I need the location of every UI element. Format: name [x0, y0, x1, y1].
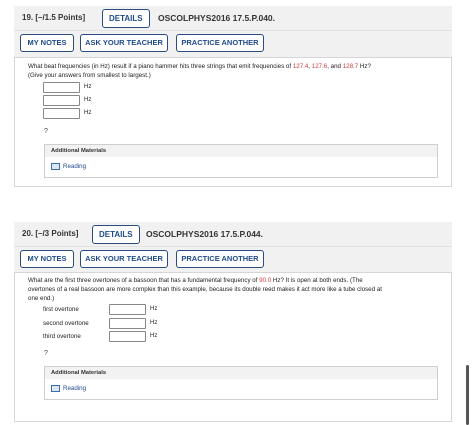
additional-materials: Additional Materials Reading [44, 366, 438, 400]
answer-input[interactable] [109, 304, 146, 315]
unit-label: Hz [84, 84, 92, 90]
unit-label: Hz [150, 320, 158, 326]
reading-link[interactable]: Reading [51, 163, 86, 170]
details-button[interactable]: DETAILS [92, 225, 140, 244]
book-icon [51, 385, 60, 392]
additional-materials-title: Additional Materials [45, 367, 437, 379]
book-icon [51, 163, 60, 170]
reading-link[interactable]: Reading [51, 385, 86, 392]
answer-input[interactable] [43, 82, 80, 93]
reading-label: Reading [63, 385, 87, 392]
question-text-part: What beat frequencies (in Hz) result if … [28, 63, 293, 70]
frequency-value: 127.6 [311, 63, 328, 70]
ask-teacher-button[interactable]: ASK YOUR TEACHER [80, 34, 168, 52]
frequency-value: 127.4 [292, 63, 309, 70]
question-number: 19. [–/1.5 Points] [22, 13, 86, 22]
frequency-value: 90.0 [259, 277, 272, 284]
question-number: 20. [–/3 Points] [22, 229, 79, 238]
frequency-value: 128.7 [342, 63, 359, 70]
question-text-part: overtones of a real bassoon are more com… [28, 286, 382, 293]
additional-materials: Additional Materials Reading [44, 144, 438, 178]
help-icon[interactable]: ? [44, 350, 48, 357]
answer-input[interactable] [43, 108, 80, 119]
unit-label: Hz [150, 306, 158, 312]
my-notes-button[interactable]: MY NOTES [20, 250, 74, 268]
question-actions: MY NOTES ASK YOUR TEACHER PRACTICE ANOTH… [14, 31, 452, 57]
unit-label: Hz [84, 110, 92, 116]
unit-label: Hz [150, 333, 158, 339]
answer-label: second overtone [43, 320, 89, 327]
question-text-part: Hz? It is open at both ends. (The [271, 277, 363, 284]
question-code: OSCOLPHYS2016 17.5.P.044. [146, 229, 264, 239]
question-text-part: What are the first three overtones of a … [28, 277, 260, 284]
help-icon[interactable]: ? [44, 128, 48, 135]
question-code: OSCOLPHYS2016 17.5.P.040. [158, 13, 276, 23]
question-text: What beat frequencies (in Hz) result if … [28, 62, 371, 80]
my-notes-button[interactable]: MY NOTES [20, 34, 74, 52]
question-text: What are the first three overtones of a … [28, 276, 382, 303]
question-instructions: (Give your answers from smallest to larg… [28, 72, 151, 79]
question-text-part: , and [327, 63, 343, 70]
additional-materials-title: Additional Materials [45, 145, 437, 157]
answer-label: first overtone [43, 306, 79, 313]
details-button[interactable]: DETAILS [102, 9, 150, 28]
ask-teacher-button[interactable]: ASK YOUR TEACHER [80, 250, 168, 268]
answer-input[interactable] [109, 331, 146, 342]
practice-another-button[interactable]: PRACTICE ANOTHER [176, 34, 264, 52]
question-header: 20. [–/3 Points] DETAILS OSCOLPHYS2016 1… [14, 222, 452, 247]
practice-another-button[interactable]: PRACTICE ANOTHER [176, 250, 264, 268]
question-actions: MY NOTES ASK YOUR TEACHER PRACTICE ANOTH… [14, 247, 452, 273]
unit-label: Hz [84, 97, 92, 103]
answer-input[interactable] [109, 318, 146, 329]
scrollbar[interactable] [466, 365, 469, 425]
answer-input[interactable] [43, 95, 80, 106]
question-header: 19. [–/1.5 Points] DETAILS OSCOLPHYS2016… [14, 6, 452, 31]
reading-label: Reading [63, 163, 87, 170]
question-text-part: one end.) [28, 295, 55, 302]
question-text-part: Hz? [358, 63, 371, 70]
answer-label: third overtone [43, 333, 81, 340]
